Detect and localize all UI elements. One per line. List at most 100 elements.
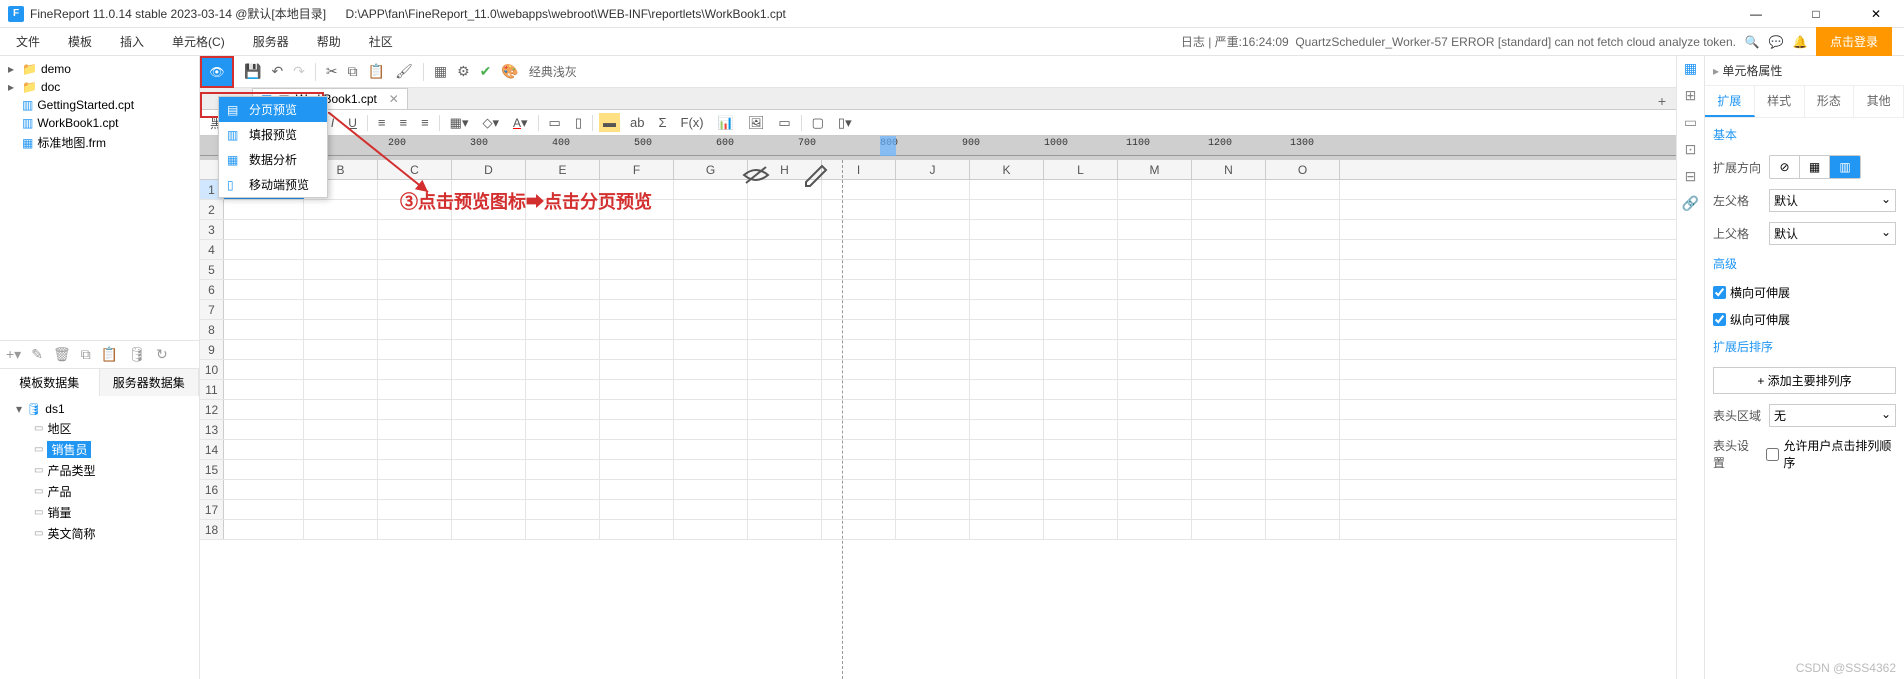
fill-color-button[interactable]: ◇▾ [478,113,503,133]
tab-server-dataset[interactable]: 服务器数据集 [100,369,200,396]
cell[interactable] [822,200,896,219]
column-header-I[interactable]: I [822,160,896,179]
cell[interactable] [224,340,304,359]
highlight-button[interactable]: ▬ [599,113,620,132]
maximize-button[interactable]: □ [1796,7,1836,21]
row-header[interactable]: 16 [200,480,224,499]
cell[interactable] [1118,360,1192,379]
column-header-C[interactable]: C [378,160,452,179]
cell[interactable] [674,480,748,499]
column-header-N[interactable]: N [1192,160,1266,179]
paste-dataset-icon[interactable]: 📋 [101,346,118,363]
cell[interactable] [1266,280,1340,299]
cell[interactable] [1118,180,1192,199]
widget-props-icon[interactable]: ⊞ [1685,87,1697,104]
file-gettingstarted[interactable]: ▥GettingStarted.cpt [4,96,195,114]
cell[interactable] [674,220,748,239]
cell[interactable] [378,280,452,299]
function-button[interactable]: F(x) [677,113,708,132]
cell[interactable] [1266,440,1340,459]
close-tab-icon[interactable]: ✕ [389,92,399,106]
cell[interactable] [378,240,452,259]
undo-icon[interactable]: ↶ [271,63,283,80]
cell[interactable] [1192,500,1266,519]
ds-column-salesperson[interactable]: ▭销售员 [4,439,195,460]
cell[interactable] [1192,320,1266,339]
copy-icon[interactable]: ⧉ [348,63,358,80]
menu-file[interactable]: 文件 [12,29,44,54]
cell[interactable] [748,360,822,379]
cell[interactable] [748,320,822,339]
cell[interactable] [1266,460,1340,479]
cell[interactable] [526,320,600,339]
cell[interactable] [1044,480,1118,499]
cell[interactable] [224,280,304,299]
cell[interactable] [526,380,600,399]
cell[interactable] [822,300,896,319]
add-dataset-icon[interactable]: +▾ [6,346,21,363]
cell[interactable] [1266,480,1340,499]
cell[interactable] [378,500,452,519]
cell[interactable] [970,420,1044,439]
cell[interactable] [304,500,378,519]
add-tab-button[interactable]: + [1658,93,1666,109]
cell[interactable] [224,400,304,419]
text-widget-button[interactable]: ab [626,113,648,132]
cell[interactable] [748,460,822,479]
ds-column-sales[interactable]: ▭销量 [4,502,195,523]
cell[interactable] [304,240,378,259]
cell[interactable] [1266,400,1340,419]
cell[interactable] [600,520,674,539]
cell[interactable] [896,180,970,199]
cell[interactable] [748,380,822,399]
cell[interactable] [748,440,822,459]
preview-form[interactable]: ▥填报预览 [219,122,327,147]
preview-button[interactable]: 👁 [200,56,234,88]
column-header-F[interactable]: F [600,160,674,179]
up-parent-select[interactable]: 默认⌄ [1769,222,1896,245]
column-header-G[interactable]: G [674,160,748,179]
cell[interactable] [600,340,674,359]
row-header[interactable]: 13 [200,420,224,439]
cell[interactable] [600,260,674,279]
cell[interactable] [1266,200,1340,219]
cell[interactable] [1044,380,1118,399]
expand-none-button[interactable]: ⊘ [1770,156,1800,178]
column-header-M[interactable]: M [1118,160,1192,179]
column-header-K[interactable]: K [970,160,1044,179]
cell[interactable] [674,180,748,199]
cell[interactable] [822,520,896,539]
cell[interactable] [748,200,822,219]
cell[interactable] [674,340,748,359]
link-icon[interactable]: 🔗 [1682,195,1699,212]
cell[interactable] [224,220,304,239]
cell[interactable] [452,340,526,359]
cell[interactable] [896,520,970,539]
cell[interactable] [822,440,896,459]
cell[interactable] [526,520,600,539]
cell[interactable] [896,400,970,419]
cell[interactable] [1266,420,1340,439]
cell[interactable] [822,180,896,199]
cell[interactable] [224,420,304,439]
formula-button[interactable]: Σ [654,113,670,132]
cell[interactable] [600,380,674,399]
cell[interactable] [896,500,970,519]
cell[interactable] [452,420,526,439]
cell[interactable] [526,460,600,479]
cell[interactable] [304,440,378,459]
cell[interactable] [1118,340,1192,359]
cell[interactable] [1044,360,1118,379]
cell-props-icon[interactable]: ▦ [1684,60,1697,77]
cell[interactable] [896,360,970,379]
cell[interactable] [970,500,1044,519]
cell[interactable] [674,360,748,379]
cell[interactable] [378,260,452,279]
cell[interactable] [1192,200,1266,219]
font-color-button[interactable]: A▾ [509,113,532,133]
db-icon[interactable]: 🛢 [128,346,146,363]
cell[interactable] [1044,220,1118,239]
cell[interactable] [1192,180,1266,199]
cell[interactable] [748,340,822,359]
cell[interactable] [600,440,674,459]
